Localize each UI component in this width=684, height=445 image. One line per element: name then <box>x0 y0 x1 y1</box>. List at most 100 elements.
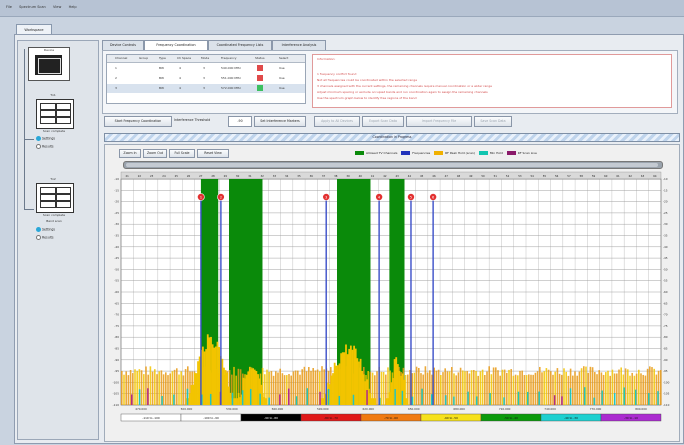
reset-view-button[interactable]: Reset View <box>197 149 229 158</box>
save-scan-button[interactable]: Save Scan Data <box>474 116 512 127</box>
cell-select[interactable]: Use <box>279 76 285 80</box>
group2-box[interactable] <box>36 183 74 213</box>
import-file-button[interactable]: Import Frequency File <box>406 116 472 127</box>
min-hold-bar <box>338 395 341 405</box>
noise-floor-bar <box>660 370 662 405</box>
channel-label: 63 <box>641 174 645 178</box>
noise-floor-bar <box>616 373 618 405</box>
channel-label: 40 <box>359 174 363 178</box>
chart-scroll-track[interactable] <box>123 161 663 169</box>
progress-label: Coordination in Progress <box>372 135 412 139</box>
start-coordination-button[interactable]: Start Frequency Coordination <box>104 116 172 127</box>
noise-floor-bar <box>169 373 171 405</box>
noise-floor-bar <box>303 366 306 405</box>
radio-icon <box>36 235 41 240</box>
table-row[interactable]: 1 BW 4 3 540.000 MHz Use <box>107 64 305 73</box>
spectrum-chart[interactable]: 21 22 23 24 25 26 27 28 29 30 31 32 33 34 35 36 37 38 39 40… <box>105 169 679 441</box>
peak-hold-bar <box>398 370 401 405</box>
zoom-in-button[interactable]: Zoom In <box>119 149 141 158</box>
group2-title: Tx2 <box>50 177 56 181</box>
y-tick-label: -50 <box>114 267 119 271</box>
noise-floor-bar <box>121 370 123 405</box>
noise-floor-bar <box>127 375 130 405</box>
noise-floor-bar <box>473 370 475 405</box>
group1-option-results[interactable]: Results <box>36 144 54 149</box>
channel-label: 54 <box>530 174 534 178</box>
noise-floor-bar <box>481 369 484 405</box>
group2-sub: Band scan <box>46 219 62 223</box>
cell-space: 4 <box>179 66 181 70</box>
channel-label: 48 <box>457 174 461 178</box>
group2-option-results[interactable]: Results <box>36 235 54 240</box>
channel-label: 60 <box>604 174 608 178</box>
peak-hold-bar <box>343 352 346 405</box>
device-box[interactable]: Device <box>28 47 70 81</box>
noise-floor-bar <box>446 371 449 405</box>
group1-option-settings[interactable]: Settings <box>36 136 55 141</box>
legend-swatch <box>478 151 488 155</box>
export-scan-button[interactable]: Export Scan Data <box>362 116 404 127</box>
peak-hold-bar <box>349 345 352 405</box>
info-panel: Information: 1 frequency conflict found … <box>312 54 672 108</box>
min-hold-bar <box>259 393 261 405</box>
y-tick-label: -85 <box>114 347 119 351</box>
peak-hold-bar <box>346 354 349 405</box>
peak-hold-bar <box>406 398 409 405</box>
peak-hold-bar <box>218 347 220 405</box>
group1-box[interactable] <box>36 99 74 129</box>
min-hold-bar <box>569 388 572 405</box>
legend-item: Allowed TV Channels <box>355 151 397 155</box>
info-line: 3 channels assigned with the current set… <box>317 84 493 88</box>
chart-scroll-thumb[interactable] <box>126 163 658 167</box>
peak-hold-bar <box>236 398 238 405</box>
noise-floor-bar <box>418 367 420 405</box>
cell-select[interactable]: Use <box>279 86 285 90</box>
group2-option-settings[interactable]: Settings <box>36 227 55 232</box>
min-hold-bar <box>648 393 650 405</box>
noise-floor-bar <box>308 367 310 405</box>
group2-opt2-label: Results <box>42 235 54 240</box>
y-tick-label: -105 <box>113 392 120 396</box>
table-row-selected[interactable]: 3 BW 4 3 572.000 MHz Use <box>107 84 305 93</box>
peak-hold-bar <box>263 397 266 405</box>
menu-file[interactable]: File <box>6 5 12 9</box>
noise-floor-bar <box>154 369 156 405</box>
color-scale-label: -30 to -10 <box>624 416 638 420</box>
cell-select[interactable]: Use <box>279 66 285 70</box>
marker-label: 6 <box>432 195 434 199</box>
menu-view[interactable]: View <box>53 5 61 9</box>
menu-spectrum-scan[interactable]: Spectrum Scan <box>19 5 46 9</box>
set-markers-button[interactable]: Set Interference Markers <box>254 116 306 127</box>
channel-label: 34 <box>285 174 289 178</box>
legend-item: Frequencies <box>401 151 430 155</box>
cell-frequency: 551.000 MHz <box>221 76 241 80</box>
group2-cell <box>56 187 71 194</box>
menu-help[interactable]: Help <box>69 5 77 9</box>
min-hold-bar <box>366 390 368 405</box>
min-hold-bar <box>527 391 529 405</box>
table-row[interactable]: 2 BW 4 3 551.000 MHz Use <box>107 74 305 83</box>
status-indicator <box>257 75 263 81</box>
threshold-input[interactable]: -90 <box>228 116 252 127</box>
min-hold-bar <box>475 396 478 405</box>
menu-bar: File Spectrum Scan View Help <box>0 0 684 17</box>
y-tick-label: -15 <box>114 188 119 192</box>
noise-floor-bar <box>534 372 537 405</box>
full-scale-button[interactable]: Full Scale <box>169 149 195 158</box>
noise-floor-bar <box>275 371 277 405</box>
noise-floor-bar <box>468 373 471 405</box>
legend-label: Min Hold <box>489 151 503 155</box>
min-hold-bar <box>147 388 149 405</box>
apply-all-button[interactable]: Apply to All Devices <box>314 116 360 127</box>
noise-floor-bar <box>655 374 658 405</box>
zoom-out-button[interactable]: Zoom Out <box>143 149 167 158</box>
peak-hold-bar <box>362 374 365 405</box>
cell-mode: 3 <box>203 66 205 70</box>
channel-label: 41 <box>371 174 375 178</box>
tree-connector <box>24 49 25 209</box>
channel-label: 38 <box>334 174 338 178</box>
noise-floor-bar <box>134 369 136 405</box>
peak-hold-bar <box>261 393 264 405</box>
noise-floor-bar <box>644 375 647 405</box>
peak-hold-bar <box>403 379 406 405</box>
